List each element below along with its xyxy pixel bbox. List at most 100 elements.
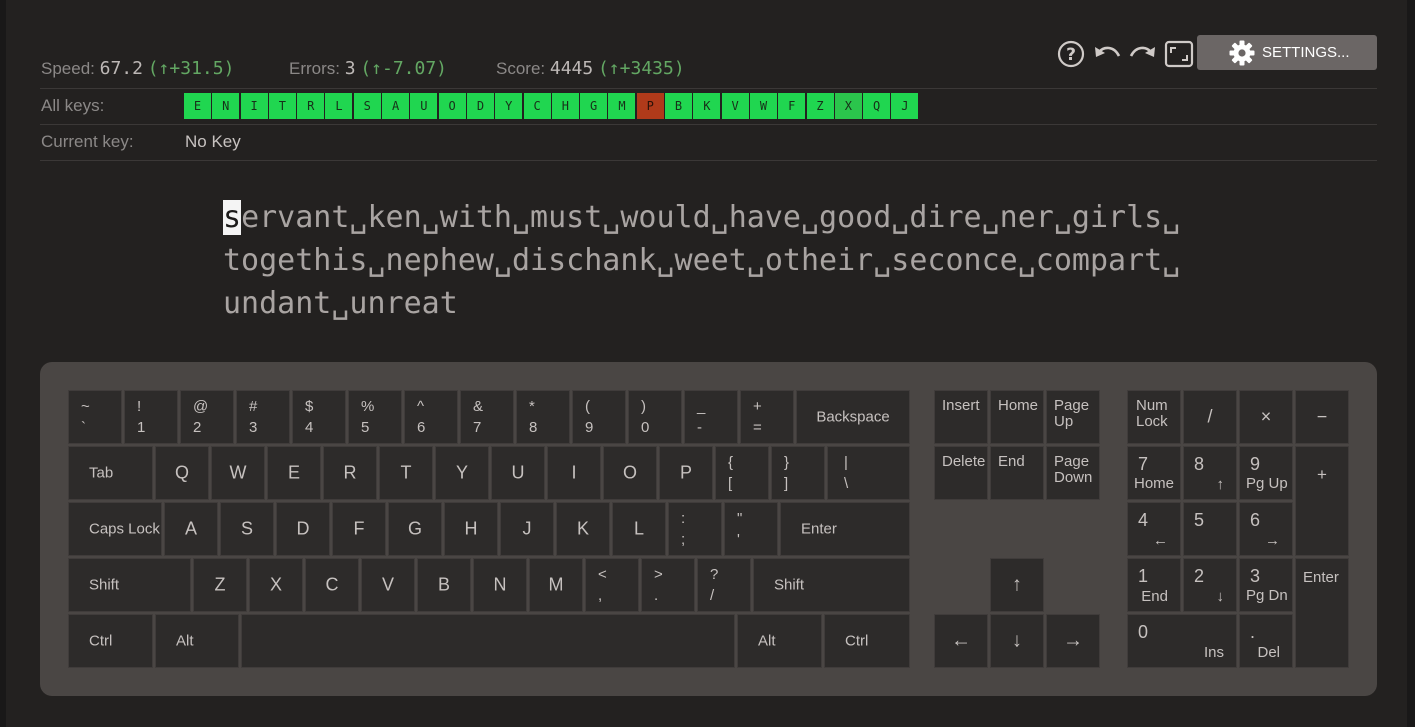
key-label: Alt	[758, 632, 776, 650]
key-right-ctrl[interactable]: Ctrl	[824, 614, 910, 668]
key-tab[interactable]: Tab	[68, 446, 153, 500]
key-num-divide[interactable]: /	[1183, 390, 1237, 444]
key-k[interactable]: K	[556, 502, 610, 556]
key-g[interactable]: G	[388, 502, 442, 556]
key-o[interactable]: O	[603, 446, 657, 500]
key-num-9[interactable]: 9 Pg Up	[1239, 446, 1293, 500]
key-num-decimal[interactable]: . Del	[1239, 614, 1293, 668]
undo-button[interactable]	[1092, 40, 1121, 68]
key-y[interactable]: Y	[435, 446, 489, 500]
key-6[interactable]: ^ 6	[404, 390, 458, 444]
key-caps-lock[interactable]: Caps Lock	[68, 502, 162, 556]
key-num-plus[interactable]: +	[1295, 446, 1349, 556]
key-char: .	[654, 587, 659, 604]
key-7[interactable]: & 7	[460, 390, 514, 444]
key-right-shift[interactable]: Shift	[753, 558, 910, 612]
key-num-7[interactable]: 7 Home	[1127, 446, 1181, 500]
key-arrow-up[interactable]: ↑	[990, 558, 1044, 612]
fullscreen-button[interactable]	[1164, 40, 1194, 68]
key-right-bracket[interactable]: }]	[771, 446, 825, 500]
key-num-1[interactable]: 1 End	[1127, 558, 1181, 612]
key-slash[interactable]: ? /	[697, 558, 751, 612]
key-sublabel: ↑	[1216, 476, 1225, 493]
key-left-ctrl[interactable]: Ctrl	[68, 614, 153, 668]
key-9[interactable]: (9	[572, 390, 626, 444]
key-z[interactable]: Z	[193, 558, 247, 612]
errors-delta: (↑-7.07)	[360, 58, 448, 79]
key-backtick[interactable]: ~ `	[68, 390, 122, 444]
key-page-up[interactable]: Page Up	[1046, 390, 1100, 444]
key-char: 6	[417, 419, 426, 436]
key-arrow-left[interactable]: ←	[934, 614, 988, 668]
key-3[interactable]: #3	[236, 390, 290, 444]
key-1[interactable]: ! 1	[124, 390, 178, 444]
key-minus[interactable]: _ -	[684, 390, 738, 444]
key-num-minus[interactable]: −	[1295, 390, 1349, 444]
redo-button[interactable]	[1128, 40, 1156, 68]
key-arrow-right[interactable]: →	[1046, 614, 1100, 668]
key-t[interactable]: T	[379, 446, 433, 500]
settings-button[interactable]: SETTINGS...	[1197, 35, 1377, 70]
key-comma[interactable]: <,	[585, 558, 639, 612]
key-num-6[interactable]: 6 →	[1239, 502, 1293, 556]
key-num-5[interactable]: 5	[1183, 502, 1237, 556]
key-p[interactable]: P	[659, 446, 713, 500]
key-l[interactable]: L	[612, 502, 666, 556]
key-right-alt[interactable]: Alt	[737, 614, 822, 668]
key-backspace[interactable]: Backspace	[796, 390, 910, 444]
key-num-4[interactable]: 4 ←	[1127, 502, 1181, 556]
key-v[interactable]: V	[361, 558, 415, 612]
key-b[interactable]: B	[417, 558, 471, 612]
key-m[interactable]: M	[529, 558, 583, 612]
key-shift-char: :	[681, 510, 686, 527]
key-x[interactable]: X	[249, 558, 303, 612]
key-left-alt[interactable]: Alt	[155, 614, 239, 668]
key-enter[interactable]: Enter	[780, 502, 910, 556]
key-equals[interactable]: + =	[740, 390, 794, 444]
key-j[interactable]: J	[500, 502, 554, 556]
key-r[interactable]: R	[323, 446, 377, 500]
key-q[interactable]: Q	[155, 446, 209, 500]
score-stat: Score: 4445 (↑+3435)	[496, 58, 685, 79]
key-space[interactable]	[241, 614, 735, 668]
key-h[interactable]: H	[444, 502, 498, 556]
key-8[interactable]: * 8	[516, 390, 570, 444]
key-num-enter[interactable]: Enter	[1295, 558, 1349, 668]
key-0[interactable]: ) 0	[628, 390, 682, 444]
key-sublabel: Del	[1257, 644, 1280, 661]
key-home[interactable]: Home	[990, 390, 1044, 444]
key-end[interactable]: End	[990, 446, 1044, 500]
key-quote[interactable]: " '	[724, 502, 778, 556]
key-left-bracket[interactable]: {[	[715, 446, 769, 500]
key-u[interactable]: U	[491, 446, 545, 500]
key-delete[interactable]: Delete	[934, 446, 988, 500]
key-num-3[interactable]: 3 Pg Dn	[1239, 558, 1293, 612]
key-4[interactable]: $4	[292, 390, 346, 444]
speed-delta: (↑+31.5)	[147, 58, 235, 79]
key-5[interactable]: % 5	[348, 390, 402, 444]
key-backslash[interactable]: | \	[827, 446, 910, 500]
key-period[interactable]: >.	[641, 558, 695, 612]
key-f[interactable]: F	[332, 502, 386, 556]
key-label: H	[464, 518, 478, 539]
key-num-0[interactable]: 0 Ins	[1127, 614, 1237, 668]
key-a[interactable]: A	[164, 502, 218, 556]
key-arrow-down[interactable]: ↓	[990, 614, 1044, 668]
key-c[interactable]: C	[305, 558, 359, 612]
key-e[interactable]: E	[267, 446, 321, 500]
help-button[interactable]: ?	[1057, 40, 1085, 68]
key-semicolon[interactable]: :;	[668, 502, 722, 556]
key-num-multiply[interactable]: ×	[1239, 390, 1293, 444]
key-w[interactable]: W	[211, 446, 265, 500]
key-d[interactable]: D	[276, 502, 330, 556]
key-n[interactable]: N	[473, 558, 527, 612]
key-num-lock[interactable]: Num Lock	[1127, 390, 1181, 444]
key-page-down[interactable]: Page Down	[1046, 446, 1100, 500]
key-num-2[interactable]: 2 ↓	[1183, 558, 1237, 612]
key-i[interactable]: I	[547, 446, 601, 500]
key-s[interactable]: S	[220, 502, 274, 556]
key-insert[interactable]: Insert	[934, 390, 988, 444]
key-num-8[interactable]: 8 ↑	[1183, 446, 1237, 500]
key-2[interactable]: @2	[180, 390, 234, 444]
key-left-shift[interactable]: Shift	[68, 558, 191, 612]
